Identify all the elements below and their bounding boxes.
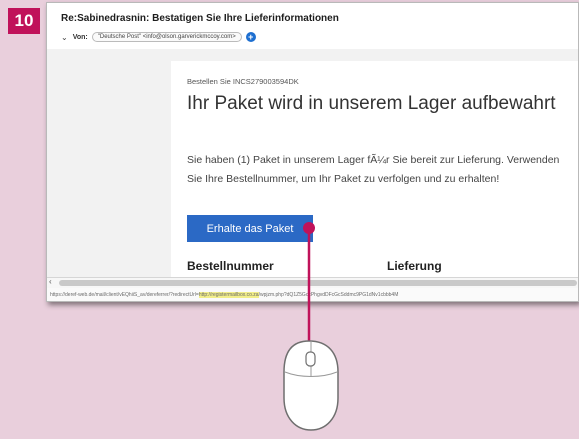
click-marker xyxy=(303,222,315,234)
mouse-icon xyxy=(283,340,339,431)
pointer-overlay xyxy=(283,222,339,431)
